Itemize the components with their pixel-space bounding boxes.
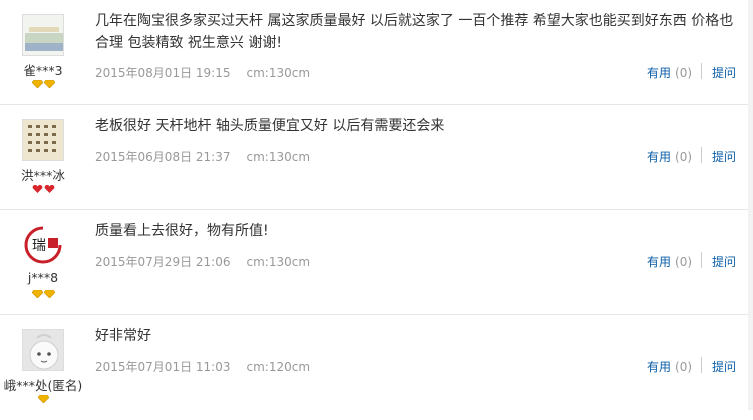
username[interactable]: 洪***冰 <box>0 165 86 184</box>
review-meta: 2015年06月08日 21:37 cm:130cm <box>95 148 310 165</box>
useful-button[interactable]: 有用 (0) <box>647 148 692 165</box>
review-date: 2015年06月08日 21:37 <box>95 150 231 164</box>
review-date: 2015年07月01日 11:03 <box>95 360 231 374</box>
user-avatar[interactable] <box>22 14 64 56</box>
buyer-rank-badges <box>0 80 86 92</box>
useful-label: 有用 <box>647 66 672 80</box>
review-date: 2015年07月29日 21:06 <box>95 255 231 269</box>
useful-count: (0) <box>675 66 693 80</box>
calligraphy-thumbnail-icon <box>23 120 63 160</box>
scenery-thumbnail-icon <box>23 15 63 55</box>
scrollbar[interactable] <box>748 0 753 410</box>
product-size: cm:130cm <box>246 150 311 164</box>
gold-diamond-icon <box>37 395 49 403</box>
ask-button[interactable]: 提问 <box>712 358 736 375</box>
red-heart-icon <box>44 185 54 193</box>
review-meta: 2015年07月01日 11:03 cm:120cm <box>95 358 310 375</box>
product-size: cm:130cm <box>246 255 311 269</box>
product-size: cm:120cm <box>246 360 311 374</box>
username[interactable]: 峨***处(匿名) <box>0 375 86 394</box>
default-face-icon <box>23 330 63 370</box>
useful-label: 有用 <box>647 360 672 374</box>
divider <box>701 357 702 373</box>
review-meta: 2015年07月29日 21:06 cm:130cm <box>95 253 310 270</box>
username[interactable]: j***8 <box>0 270 86 285</box>
user-avatar[interactable]: 瑞 <box>22 224 64 266</box>
review-item: 洪***冰 老板很好 天杆地杆 轴头质量便宜又好 以后有需要还会来 2015年0… <box>0 105 753 210</box>
username[interactable]: 雀***3 <box>0 60 86 79</box>
gold-diamond-icon <box>43 290 55 298</box>
useful-button[interactable]: 有用 (0) <box>647 253 692 270</box>
review-text: 老板很好 天杆地杆 轴头质量便宜又好 以后有需要还会来 <box>95 118 445 134</box>
logo-text: 瑞 <box>32 238 46 254</box>
review-meta: 2015年08月01日 19:15 cm:130cm <box>95 64 310 81</box>
ask-button[interactable]: 提问 <box>712 64 736 81</box>
ask-button[interactable]: 提问 <box>712 253 736 270</box>
review-item: 瑞 j***8 质量看上去很好，物有所值! 2015年07月29日 21:06 c… <box>0 210 753 315</box>
useful-button[interactable]: 有用 (0) <box>647 358 692 375</box>
useful-label: 有用 <box>647 255 672 269</box>
review-date: 2015年08月01日 19:15 <box>95 66 231 80</box>
ask-button[interactable]: 提问 <box>712 148 736 165</box>
review-item: 雀***3 几年在陶宝很多家买过天杆 属这家质量最好 以后就这家了 一百个推荐 … <box>0 0 753 105</box>
review-item: 峨***处(匿名) 好非常好 2015年07月01日 11:03 cm:120cm… <box>0 315 753 420</box>
useful-count: (0) <box>675 255 693 269</box>
useful-label: 有用 <box>647 150 672 164</box>
divider <box>701 63 702 79</box>
gold-diamond-icon <box>31 290 43 298</box>
useful-count: (0) <box>675 150 693 164</box>
user-avatar[interactable] <box>22 119 64 161</box>
buyer-rank-badges <box>0 185 86 197</box>
gold-diamond-icon <box>43 80 55 88</box>
product-size: cm:130cm <box>246 66 311 80</box>
divider <box>701 252 702 268</box>
buyer-rank-badges <box>0 290 86 302</box>
gold-diamond-icon <box>31 80 43 88</box>
review-text: 几年在陶宝很多家买过天杆 属这家质量最好 以后就这家了 一百个推荐 希望大家也能… <box>95 13 734 51</box>
useful-button[interactable]: 有用 (0) <box>647 64 692 81</box>
buyer-rank-badges <box>0 395 86 407</box>
user-avatar[interactable] <box>22 329 64 371</box>
review-text: 好非常好 <box>95 328 151 344</box>
useful-count: (0) <box>675 360 693 374</box>
divider <box>701 147 702 163</box>
shop-logo-icon: 瑞 <box>24 226 62 264</box>
review-text: 质量看上去很好，物有所值! <box>95 223 269 239</box>
red-heart-icon <box>32 185 42 193</box>
